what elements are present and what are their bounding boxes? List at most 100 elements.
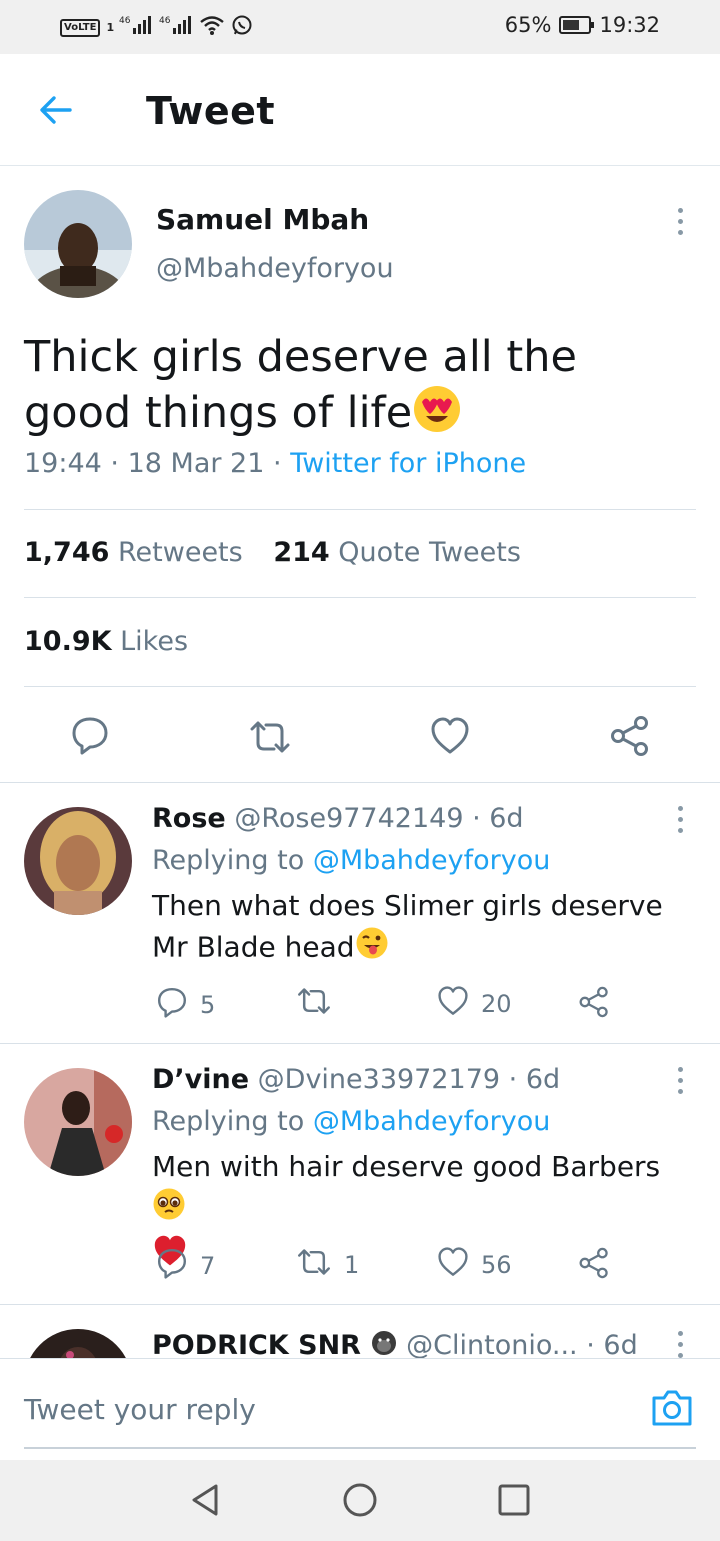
reply-header: D’vine @Dvine33972179 · 6d [152, 1064, 560, 1095]
status-right: 65% 19:32 [505, 13, 660, 37]
battery-percent: 65% [504, 13, 552, 37]
reply-composer: Tweet your reply [0, 1358, 720, 1458]
more-options-icon[interactable] [674, 208, 686, 238]
reply-body: Men with hair deserve good Barbers [152, 1150, 661, 1183]
camera-icon[interactable] [650, 1388, 694, 1432]
tweet-source[interactable]: Twitter for iPhone [290, 448, 526, 479]
reply-like-action[interactable]: 56 [437, 1247, 512, 1283]
reply-icon [156, 986, 188, 1024]
winking-tongue-emoji-icon [355, 926, 389, 971]
reply-actions: 7 1 56 [152, 1247, 622, 1283]
reply-reply-action[interactable]: 5 [156, 986, 215, 1024]
reply-avatar[interactable] [24, 1068, 132, 1176]
share-icon [578, 986, 610, 1024]
reply-input[interactable]: Tweet your reply [24, 1393, 256, 1426]
retweet-count: 1 [344, 1251, 360, 1279]
reply-retweet-action[interactable] [296, 986, 344, 1022]
reply-avatar[interactable] [24, 807, 132, 915]
back-arrow-icon[interactable] [36, 90, 76, 130]
divider [0, 1043, 720, 1044]
volte-badge: VoLTE [60, 18, 101, 37]
reply-share-action[interactable] [578, 1247, 610, 1285]
reply-count: 7 [200, 1252, 216, 1280]
reply-share-action[interactable] [578, 986, 610, 1024]
more-options-icon[interactable] [674, 806, 686, 836]
reply-author-name[interactable]: PODRICK SNR [152, 1330, 361, 1361]
share-icon[interactable] [609, 715, 651, 761]
reply-icon[interactable] [70, 715, 110, 759]
reply-count: 5 [200, 991, 216, 1019]
signal-icon-2: 46 [159, 14, 193, 41]
replying-handle[interactable]: @Mbahdeyforyou [313, 845, 551, 876]
author-name[interactable]: Samuel Mbah [156, 203, 369, 236]
reply-author-name[interactable]: D’vine [152, 1064, 249, 1095]
divider [24, 509, 696, 510]
reply-text: Then what does Slimer girls deserve Mr B… [152, 886, 700, 971]
tweet-body: Thick girls deserve all the good things … [24, 332, 577, 438]
tweet-meta: 19:44 · 18 Mar 21 · Twitter for iPhone [24, 448, 526, 479]
battery-fill [563, 20, 580, 30]
replying-label: Replying to [152, 1106, 305, 1137]
reply-like-action[interactable]: 20 [437, 986, 512, 1022]
replying-to: Replying to @Mbahdeyforyou [152, 1106, 550, 1137]
meta-sep-2: · [273, 448, 282, 479]
status-left: VoLTE 1 46 46 [60, 14, 253, 41]
nav-home-icon[interactable] [342, 1482, 378, 1522]
retweet-icon [296, 986, 332, 1022]
wifi-icon [199, 14, 225, 41]
likes-stats[interactable]: 10.9K Likes [24, 626, 188, 657]
input-underline [24, 1447, 696, 1449]
author-avatar[interactable] [24, 190, 132, 298]
likes-label: Likes [120, 626, 189, 657]
quotes-count: 214 [273, 537, 330, 568]
share-icon [578, 1247, 610, 1285]
reply-age: · 6d [508, 1064, 561, 1095]
reply-age: · 6d [472, 803, 524, 834]
clock: 19:32 [599, 13, 660, 37]
app-bar: Tweet [0, 54, 720, 166]
like-count: 20 [481, 990, 512, 1018]
reply-age: · 6d [586, 1330, 638, 1361]
reply-actions: 5 20 [152, 986, 622, 1022]
retweets-count: 1,746 [24, 537, 110, 568]
pleading-face-emoji-icon [152, 1187, 186, 1232]
replying-handle[interactable]: @Mbahdeyforyou [313, 1106, 551, 1137]
reply-header: Rose @Rose97742149 · 6d [152, 803, 524, 834]
meta-sep: · [110, 448, 119, 479]
quotes-label: Quote Tweets [338, 537, 521, 568]
retweet-icon [296, 1247, 332, 1283]
likes-count: 10.9K [24, 626, 112, 657]
like-heart-icon [437, 1247, 469, 1283]
heart-eyes-emoji-icon [412, 384, 462, 447]
replying-label: Replying to [152, 845, 305, 876]
retweet-icon[interactable] [248, 719, 292, 759]
retweet-stats[interactable]: 1,746 Retweets 214 Quote Tweets [24, 537, 521, 568]
svg-text:46: 46 [159, 16, 171, 26]
reply-author-name[interactable]: Rose [152, 803, 226, 834]
reply-author-handle[interactable]: @Rose97742149 [234, 803, 463, 834]
page-title: Tweet [146, 89, 276, 133]
tweet-text: Thick girls deserve all the good things … [24, 330, 694, 447]
signal-icon: 46 [119, 14, 153, 41]
reply-retweet-action[interactable]: 1 [296, 1247, 359, 1283]
system-nav-bar [0, 1460, 720, 1541]
status-bar: VoLTE 1 46 46 65% 19:32 [0, 0, 720, 54]
divider [0, 782, 720, 783]
tweet-time: 19:44 [24, 448, 102, 479]
reply-body: Then what does Slimer girls deserve Mr B… [152, 889, 663, 964]
divider [24, 597, 696, 598]
nav-recents-icon[interactable] [496, 1482, 532, 1522]
nav-back-icon[interactable] [188, 1482, 224, 1522]
reply-author-handle[interactable]: @Clintonio... [406, 1330, 577, 1361]
divider [0, 1304, 720, 1305]
reply-reply-action[interactable]: 7 [156, 1247, 215, 1285]
like-heart-icon[interactable] [430, 717, 470, 759]
reply-author-handle[interactable]: @Dvine33972179 [258, 1064, 500, 1095]
more-options-icon[interactable] [674, 1067, 686, 1097]
more-options-icon[interactable] [674, 1331, 686, 1361]
retweets-label: Retweets [118, 537, 243, 568]
svg-text:46: 46 [119, 16, 131, 26]
author-handle[interactable]: @Mbahdeyforyou [156, 253, 394, 284]
tweet-date: 18 Mar 21 [127, 448, 265, 479]
reply-icon [156, 1247, 188, 1285]
